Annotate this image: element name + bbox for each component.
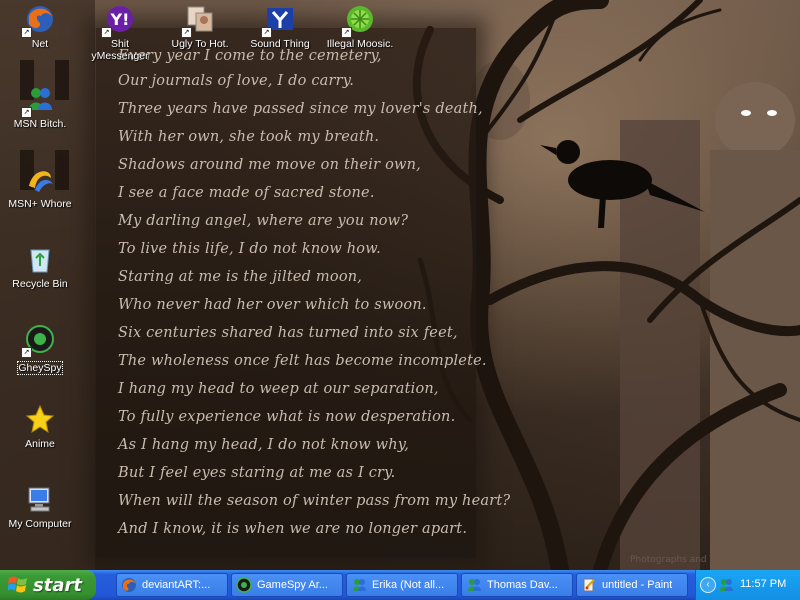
firefox-icon: [122, 578, 136, 592]
desktop-icon-msn[interactable]: ↗ MSN Bitch.: [0, 82, 80, 130]
gamespy-icon: [236, 577, 252, 593]
poem-line: Who never had her over which to swoon.: [118, 297, 427, 313]
poem-line: Our journals of love, I do carry.: [118, 73, 355, 89]
yahoo-messenger-icon: Y! ↗: [101, 2, 137, 38]
wallpaper-credit: Photographs and Text: Anne Varnes: [630, 555, 790, 565]
desktop-icon-msn-plus[interactable]: MSN+ Whore: [0, 162, 80, 210]
firefox-icon: ↗: [21, 2, 57, 38]
taskbar-item-erika-chat[interactable]: Erika (Not all...: [346, 573, 458, 597]
poem-line: I see a face made of sacred stone.: [118, 185, 375, 201]
poem-line: Shadows around me move on their own,: [118, 157, 421, 173]
poem-line: But I feel eyes staring at me as I cry.: [118, 465, 396, 481]
poem-line: With her own, she took my breath.: [118, 129, 380, 145]
desktop-icon-my-computer[interactable]: My Computer: [0, 482, 80, 530]
desktop-icon-ugly-to-hot[interactable]: ↗ Ugly To Hot.: [160, 2, 240, 50]
poem-line: Three years have passed since my lover's…: [118, 101, 483, 117]
desktop-icon-anime[interactable]: Anime: [0, 402, 80, 450]
poem-line: And I know, it is when we are no longer …: [118, 521, 468, 537]
msn-chat-icon: [353, 579, 366, 591]
desktop-icon-sound-thing[interactable]: ↗ Sound Thing: [240, 2, 320, 50]
taskbar-item-thomas-chat[interactable]: Thomas Dav...: [461, 573, 573, 597]
msn-plus-icon: [23, 162, 57, 196]
paint-icon: [583, 578, 595, 592]
taskbar: start deviantART:... GameSpy Ar... Erika…: [0, 570, 800, 600]
poem-line: To live this life, I do not know how.: [118, 241, 381, 257]
taskbar-item-paint[interactable]: untitled - Paint: [576, 573, 688, 597]
poem-line: Six centuries shared has turned into six…: [118, 325, 458, 341]
limewire-icon: ↗: [341, 2, 377, 38]
start-label: start: [33, 574, 82, 596]
poem-line: As I hang my head, I do not know why,: [118, 437, 410, 453]
recycle-bin-icon: [23, 242, 57, 276]
desktop-icon-recycle-bin[interactable]: Recycle Bin: [0, 242, 80, 290]
taskbar-item-deviantart[interactable]: deviantART:...: [116, 573, 228, 597]
desktop-icon-net[interactable]: ↗ Net: [0, 2, 80, 50]
start-button[interactable]: start: [0, 570, 96, 600]
msn-status-icon[interactable]: [718, 577, 734, 593]
sound-app-icon: ↗: [261, 2, 297, 38]
desktop-icon-illegal-moosic[interactable]: ↗ Illegal Moosic.: [320, 2, 400, 50]
poem-line: Staring at me is the jilted moon,: [118, 269, 363, 285]
poem-line: When will the season of winter pass from…: [118, 493, 511, 509]
poem-line: I hang my head to weep at our separation…: [118, 381, 439, 397]
poem-line: My darling angel, where are you now?: [118, 213, 409, 229]
poem-line: The wholeness once felt has become incom…: [118, 353, 487, 369]
star-icon: [23, 402, 57, 436]
clock[interactable]: 11:57 PM: [740, 578, 786, 590]
poem-line: To fully experience what is now desperat…: [118, 409, 456, 425]
msn-icon: ↗: [21, 82, 57, 118]
photo-icon: ↗: [181, 2, 217, 38]
gamespy-icon: ↗: [21, 322, 57, 358]
my-computer-icon: [23, 482, 57, 516]
msn-chat-icon: [468, 579, 481, 591]
desktop-icon-gheyspy[interactable]: ↗ GheySpy: [0, 322, 80, 376]
show-hidden-icons-button[interactable]: ‹: [700, 577, 716, 593]
system-tray: ‹ 11:57 PM: [695, 570, 800, 600]
svg-text:Y!: Y!: [110, 10, 130, 29]
windows-logo-icon: [8, 576, 27, 593]
taskbar-item-gamespy[interactable]: GameSpy Ar...: [231, 573, 343, 597]
desktop-icon-yahoo-messenger[interactable]: Y! ↗ Shit yMessenger: [80, 2, 160, 62]
